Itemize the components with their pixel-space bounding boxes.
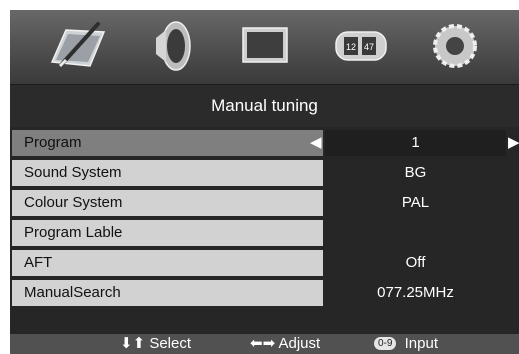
row-sound-system[interactable]: Sound System BG xyxy=(12,160,519,186)
left-right-arrows-icon: ⬅➡ xyxy=(250,335,276,352)
clock-digits-right: 47 xyxy=(364,42,374,52)
row-aft[interactable]: AFT Off xyxy=(12,250,519,276)
hint-input: 0-9 Input xyxy=(374,334,438,354)
program-value: 1 xyxy=(325,130,506,156)
row-label: ManualSearch xyxy=(12,280,323,306)
hint-adjust: ⬅➡ Adjust xyxy=(250,334,320,354)
input-hint-label: Input xyxy=(404,335,438,352)
menu-icon-bar: 12 47 xyxy=(10,10,519,84)
adjust-hint-label: Adjust xyxy=(278,335,321,352)
row-colour-system[interactable]: Colour System PAL xyxy=(12,190,519,216)
arrow-right-icon[interactable]: ▶ xyxy=(508,130,519,156)
number-keys-icon: 0-9 xyxy=(374,336,397,350)
row-label: Program Lable xyxy=(12,220,323,246)
clock-digits-left: 12 xyxy=(346,42,356,52)
row-label: Colour System xyxy=(12,190,323,216)
tv-osd-menu: 12 47 Manual tuning Program ◀ 1 ▶ Sound … xyxy=(10,10,519,354)
row-label: AFT xyxy=(12,250,323,276)
row-label: Sound System xyxy=(12,160,323,186)
screen-icon[interactable] xyxy=(232,16,298,76)
setup-gear-icon[interactable] xyxy=(422,16,488,76)
colour-system-value: PAL xyxy=(325,190,506,216)
clock-icon[interactable]: 12 47 xyxy=(328,16,394,76)
picture-icon[interactable] xyxy=(44,16,110,76)
hint-select: ⬇⬆ Select xyxy=(120,334,191,354)
select-hint-label: Select xyxy=(149,335,192,352)
manual-search-value: 077.25MHz xyxy=(325,280,506,306)
program-lable-value xyxy=(325,220,506,246)
arrow-left-icon[interactable]: ◀ xyxy=(310,130,322,156)
sound-system-value: BG xyxy=(325,160,506,186)
key-hints-footer: ⬇⬆ Select ⬅➡ Adjust 0-9 Input xyxy=(10,334,519,354)
up-down-arrows-icon: ⬇⬆ xyxy=(120,335,146,352)
sound-icon[interactable] xyxy=(138,16,204,76)
row-program[interactable]: Program ◀ 1 ▶ xyxy=(12,130,519,156)
row-program-lable[interactable]: Program Lable xyxy=(12,220,519,246)
row-manual-search[interactable]: ManualSearch 077.25MHz xyxy=(12,280,519,306)
row-label: Program xyxy=(12,130,323,156)
aft-value: Off xyxy=(325,250,506,276)
menu-title: Manual tuning xyxy=(10,84,519,127)
